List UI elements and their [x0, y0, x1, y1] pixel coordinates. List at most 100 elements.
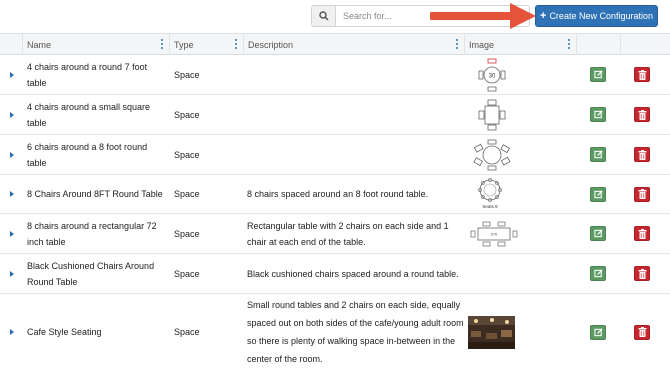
expand-row-icon[interactable] [10, 191, 14, 197]
row-image [468, 294, 528, 370]
expand-row-icon[interactable] [10, 329, 14, 335]
column-menu-icon[interactable] [160, 39, 163, 50]
delete-button[interactable] [634, 147, 650, 162]
delete-button[interactable] [634, 186, 650, 202]
expand-row-icon[interactable] [10, 271, 14, 277]
row-image [468, 95, 528, 134]
edit-icon [593, 70, 603, 79]
row-edit-cell [590, 135, 608, 174]
table-row[interactable]: Black Cushioned Chairs Around Round Tabl… [0, 254, 670, 294]
table-length-label: 6 ft [491, 231, 497, 236]
column-header-description[interactable]: Description [244, 34, 465, 55]
row-edit-cell [590, 95, 608, 134]
row-edit-cell [590, 55, 608, 94]
trash-icon [638, 228, 646, 239]
column-menu-icon[interactable] [234, 39, 237, 50]
row-delete-cell [634, 254, 652, 293]
row-type: Space [174, 189, 200, 199]
row-type: Space [174, 109, 200, 120]
row-description [247, 95, 462, 134]
expand-row-icon[interactable] [10, 112, 14, 118]
rectangular-table-6-chairs-image: 6 ft [468, 217, 520, 251]
trash-icon [638, 149, 646, 160]
table-size-label: 30 [489, 73, 496, 79]
row-type: Space [174, 228, 200, 239]
row-edit-cell [590, 175, 608, 213]
table-row[interactable]: 8 Chairs Around 8FT Round Table Space 8 … [0, 175, 670, 214]
plus-icon: + [540, 9, 547, 22]
expand-row-icon[interactable] [10, 152, 14, 158]
row-type: Space [174, 69, 200, 80]
row-description: Rectangular table with 2 chairs on each … [247, 220, 449, 247]
column-header-delete [621, 34, 670, 55]
row-delete-cell [634, 294, 652, 370]
row-type: Space [174, 327, 200, 337]
row-type: Space [174, 149, 200, 160]
edit-button[interactable] [590, 67, 606, 82]
trash-icon [638, 189, 646, 199]
row-image [468, 254, 528, 293]
delete-button[interactable] [634, 324, 650, 340]
row-image: 30 [468, 55, 528, 94]
trash-icon [638, 268, 646, 279]
delete-button[interactable] [634, 107, 650, 122]
delete-button[interactable] [634, 266, 650, 281]
row-name: Black Cushioned Chairs Around Round Tabl… [27, 260, 155, 287]
edit-button[interactable] [590, 186, 606, 202]
column-header-name[interactable]: Name [23, 34, 170, 55]
row-delete-cell [634, 175, 652, 213]
search-button[interactable] [311, 5, 335, 27]
column-menu-icon[interactable] [567, 39, 570, 50]
edit-button[interactable] [590, 324, 606, 340]
annotation-arrow-icon [430, 3, 536, 29]
edit-button[interactable] [590, 147, 606, 162]
row-delete-cell [634, 135, 652, 174]
cafe-photo-image [468, 315, 515, 349]
row-name: 4 chairs around a small square table [27, 101, 151, 128]
edit-icon [593, 110, 603, 119]
row-delete-cell [634, 95, 652, 134]
row-delete-cell [634, 214, 652, 253]
row-description: 8 chairs spaced around an 8 foot round t… [247, 189, 429, 199]
round-table-4-chairs-image: 30 [468, 58, 516, 92]
delete-button[interactable] [634, 226, 650, 241]
expand-row-icon[interactable] [10, 231, 14, 237]
create-configuration-button[interactable]: + Create New Configuration [535, 5, 658, 27]
column-header-image[interactable]: Image [465, 34, 577, 55]
edit-icon [593, 327, 603, 336]
round-table-8-chairs-image: Seats 8 [468, 177, 516, 211]
square-table-4-chairs-image [468, 98, 516, 132]
row-name: 4 chairs around a round 7 foot table [27, 61, 148, 88]
search-icon [318, 11, 329, 21]
trash-icon [638, 327, 646, 337]
row-image [468, 135, 528, 174]
edit-icon [593, 189, 603, 198]
edit-button[interactable] [590, 107, 606, 122]
row-description [247, 55, 462, 94]
row-name: 8 chairs around a rectangular 72 inch ta… [27, 220, 157, 247]
edit-button[interactable] [590, 226, 606, 241]
edit-icon [593, 150, 603, 159]
row-name: Cafe Style Seating [27, 327, 102, 337]
edit-button[interactable] [590, 266, 606, 281]
row-image: Seats 8 [468, 175, 528, 213]
table-row[interactable]: 4 chairs around a round 7 foot table Spa… [0, 55, 670, 95]
round-table-6-chairs-image [468, 138, 516, 172]
delete-button[interactable] [634, 67, 650, 82]
column-menu-icon[interactable] [455, 39, 458, 50]
table-row[interactable]: 4 chairs around a small square table Spa… [0, 95, 670, 135]
row-type: Space [174, 268, 200, 279]
toolbar: + Create New Configuration [0, 0, 670, 33]
table-row[interactable]: 6 chairs around a 8 foot round table Spa… [0, 135, 670, 175]
column-header-type[interactable]: Type [170, 34, 244, 55]
edit-icon [593, 229, 603, 238]
row-description: Small round tables and 2 chairs on each … [247, 300, 464, 364]
table-header: Name Type Description Image [0, 33, 670, 55]
row-description: Black cushioned chairs spaced around a r… [247, 268, 459, 279]
row-edit-cell [590, 294, 608, 370]
table-row[interactable]: 8 chairs around a rectangular 72 inch ta… [0, 214, 670, 254]
expand-row-icon[interactable] [10, 72, 14, 78]
row-description [247, 135, 462, 174]
table-row[interactable]: Cafe Style Seating Space Small round tab… [0, 294, 670, 370]
trash-icon [638, 69, 646, 80]
